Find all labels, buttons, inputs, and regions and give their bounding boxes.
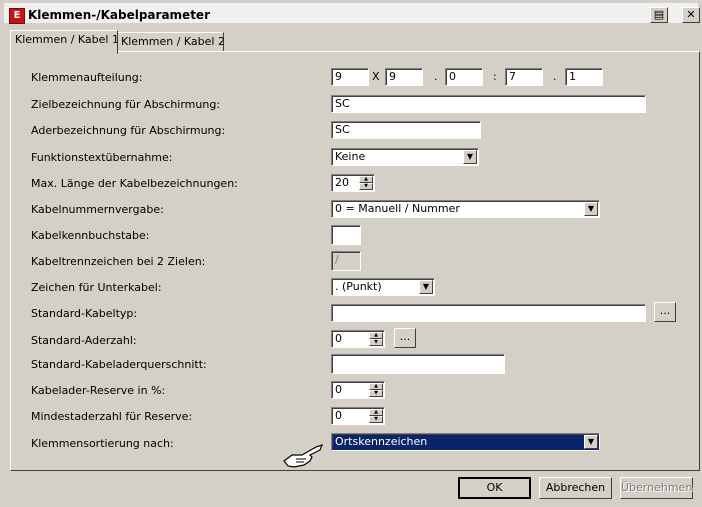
chevron-down-icon[interactable]: ▼ — [463, 150, 477, 164]
spin-buttons[interactable]: ▲ ▼ — [369, 332, 383, 346]
spin-buttons[interactable]: ▲ ▼ — [359, 176, 373, 190]
mindestaderzahl-label: Mindestaderzahl für Reserve: — [31, 410, 193, 423]
klemmensortierung-dropdown[interactable]: Ortskennzeichen ▼ — [331, 433, 600, 451]
standard-aderzahl-value: 0 — [335, 332, 342, 345]
spin-down-icon[interactable]: ▼ — [369, 339, 383, 346]
klemmenaufteilung-field-1[interactable]: 9 — [331, 68, 369, 86]
print-icon[interactable]: ▤ — [650, 7, 668, 23]
zielbezeichnung-label: Zielbezeichnung für Abschirmung: — [31, 98, 221, 111]
zeichen-unterkabel-dropdown[interactable]: . (Punkt) ▼ — [331, 278, 435, 296]
klemmenaufteilung-sep-3: : — [493, 70, 497, 83]
zeichen-unterkabel-value: . (Punkt) — [335, 280, 382, 293]
standard-aderzahl-browse-button[interactable]: ... — [394, 328, 416, 348]
spin-up-icon[interactable]: ▲ — [369, 409, 383, 416]
spin-buttons[interactable]: ▲ ▼ — [369, 409, 383, 423]
klemmenaufteilung-sep-4: . — [553, 70, 557, 83]
max-laenge-spinner[interactable]: 20 ▲ ▼ — [331, 174, 375, 192]
kabelnummernvergabe-label: Kabelnummernvergabe: — [31, 203, 164, 216]
zielbezeichnung-input[interactable]: SC — [331, 95, 646, 113]
funktionstext-value: Keine — [335, 150, 366, 163]
title-bar[interactable]: E Klemmen-/Kabelparameter ▤ ✕ — [4, 3, 700, 24]
ok-button[interactable]: OK — [458, 477, 531, 499]
tab-klemmen-kabel-1[interactable]: Klemmen / Kabel 1 — [10, 30, 119, 54]
max-laenge-label: Max. Länge der Kabelbezeichnungen: — [31, 177, 238, 190]
standard-kabeltyp-label: Standard-Kabeltyp: — [31, 307, 138, 320]
klemmensortierung-label: Klemmensortierung nach: — [31, 437, 174, 450]
kabelnummernvergabe-dropdown[interactable]: 0 = Manuell / Nummer ▼ — [331, 200, 600, 218]
aderbezeichnung-input[interactable]: SC — [331, 121, 481, 139]
klemmenaufteilung-field-4[interactable]: 7 — [505, 68, 543, 86]
mindestaderzahl-spinner[interactable]: 0 ▲ ▼ — [331, 407, 385, 425]
spin-up-icon[interactable]: ▲ — [369, 383, 383, 390]
klemmenaufteilung-label: Klemmenaufteilung: — [31, 71, 143, 84]
window-title: Klemmen-/Kabelparameter — [28, 8, 210, 22]
standard-aderzahl-spinner[interactable]: 0 ▲ ▼ — [331, 330, 385, 348]
kabelkennbuchstabe-label: Kabelkennbuchstabe: — [31, 229, 150, 242]
klemmenaufteilung-field-5[interactable]: 1 — [565, 68, 603, 86]
klemmenaufteilung-field-2[interactable]: 9 — [385, 68, 423, 86]
klemmenaufteilung-sep-2: . — [434, 70, 438, 83]
standard-querschnitt-label: Standard-Kabeladerquerschnitt: — [31, 358, 207, 371]
app-logo-icon: E — [9, 8, 25, 24]
kabelnummernvergabe-value: 0 = Manuell / Nummer — [335, 202, 460, 215]
standard-kabeltyp-input[interactable] — [331, 304, 646, 322]
chevron-down-icon[interactable]: ▼ — [584, 435, 598, 449]
tab-klemmen-kabel-2[interactable]: Klemmen / Kabel 2 — [116, 32, 225, 52]
spin-up-icon[interactable]: ▲ — [359, 176, 373, 183]
standard-querschnitt-input[interactable] — [331, 354, 505, 374]
dialog-window: E Klemmen-/Kabelparameter ▤ ✕ Klemmen / … — [0, 0, 702, 507]
spin-down-icon[interactable]: ▼ — [369, 390, 383, 397]
kabelader-reserve-value: 0 — [335, 383, 342, 396]
kabelader-reserve-spinner[interactable]: 0 ▲ ▼ — [331, 381, 385, 399]
funktionstext-label: Funktionstextübernahme: — [31, 151, 173, 164]
funktionstext-dropdown[interactable]: Keine ▼ — [331, 148, 479, 166]
kabelkennbuchstabe-input[interactable] — [331, 225, 361, 245]
standard-aderzahl-label: Standard-Aderzahl: — [31, 334, 137, 347]
max-laenge-value: 20 — [335, 176, 349, 189]
spin-up-icon[interactable]: ▲ — [369, 332, 383, 339]
standard-kabeltyp-browse-button[interactable]: ... — [654, 302, 676, 322]
spin-buttons[interactable]: ▲ ▼ — [369, 383, 383, 397]
spin-down-icon[interactable]: ▼ — [359, 183, 373, 190]
spin-down-icon[interactable]: ▼ — [369, 416, 383, 423]
klemmenaufteilung-sep-1: X — [372, 70, 380, 83]
close-button[interactable]: ✕ — [682, 7, 700, 23]
klemmenaufteilung-field-3[interactable]: 0 — [445, 68, 483, 86]
kabelader-reserve-label: Kabelader-Reserve in %: — [31, 384, 166, 397]
apply-button[interactable]: Übernehmen — [620, 477, 693, 499]
chevron-down-icon[interactable]: ▼ — [584, 202, 598, 216]
klemmensortierung-value: Ortskennzeichen — [335, 435, 428, 448]
zeichen-unterkabel-label: Zeichen für Unterkabel: — [31, 281, 162, 294]
cancel-button[interactable]: Abbrechen — [539, 477, 612, 499]
chevron-down-icon[interactable]: ▼ — [419, 280, 433, 294]
mindestaderzahl-value: 0 — [335, 409, 342, 422]
pointing-hand-icon — [283, 444, 324, 468]
aderbezeichnung-label: Aderbezeichnung für Abschirmung: — [31, 124, 226, 137]
kabeltrennzeichen-label: Kabeltrennzeichen bei 2 Zielen: — [31, 255, 206, 268]
kabeltrennzeichen-input: / — [331, 251, 361, 271]
